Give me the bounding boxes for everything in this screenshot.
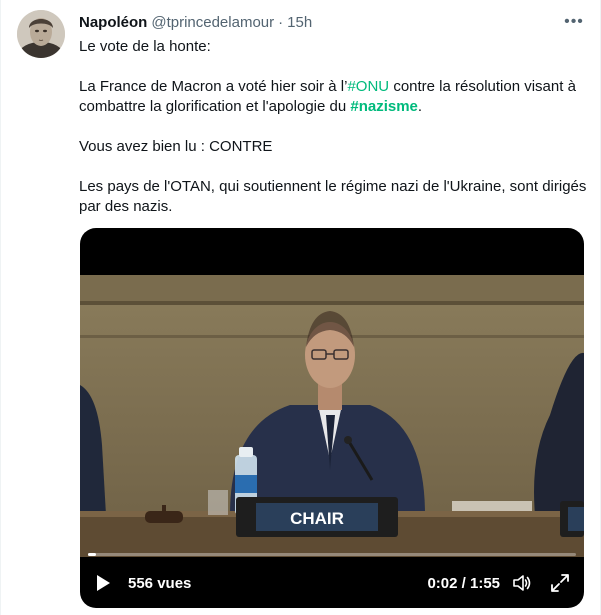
tweet[interactable]: Napoléon @tprincedelamour · 15h ••• Le v… xyxy=(0,0,601,615)
video-progress-bar[interactable] xyxy=(88,553,576,556)
fullscreen-icon[interactable] xyxy=(550,573,570,593)
separator-dot: · xyxy=(278,14,284,31)
tweet-line-1: Le vote de la honte: xyxy=(79,38,211,55)
tweet-text-segment: La France de Macron a voté hier soir à l… xyxy=(79,78,348,95)
avatar[interactable] xyxy=(17,10,65,58)
video-frame: CHAIR xyxy=(80,275,584,557)
more-horizontal-icon: ••• xyxy=(564,13,584,30)
volume-icon[interactable] xyxy=(512,573,532,593)
tweet-header: Napoléon @tprincedelamour · 15h xyxy=(79,14,312,31)
more-options-button[interactable]: ••• xyxy=(564,12,584,32)
view-count: 556 vues xyxy=(128,574,192,592)
tweet-text-segment: . xyxy=(417,98,423,115)
video-time: 0:02 / 1:55 xyxy=(427,574,500,592)
video-progress-fill xyxy=(88,553,97,556)
napoleon-portrait-icon xyxy=(17,10,65,58)
tweet-text: Le vote de la honte: La France de Macron… xyxy=(79,37,589,217)
play-icon[interactable] xyxy=(94,574,112,592)
tweet-line-3: Vous avez bien lu : CONTRE xyxy=(79,138,273,155)
hashtag-onu-link[interactable]: #ONU xyxy=(347,78,389,95)
author-display-name[interactable]: Napoléon xyxy=(79,14,147,31)
tweet-timestamp[interactable]: 15h xyxy=(287,14,312,31)
chair-placard-text: CHAIR xyxy=(290,509,344,528)
video-player[interactable]: CHAIR 556 vues 0:02 / 1:55 xyxy=(80,228,584,608)
author-handle[interactable]: @tprincedelamour xyxy=(151,14,274,31)
video-controls: 556 vues 0:02 / 1:55 xyxy=(80,558,584,608)
hashtag-nazisme-link[interactable]: #nazisme xyxy=(350,98,418,115)
tweet-line-4: Les pays de l'OTAN, qui soutiennent le r… xyxy=(79,178,587,215)
tweet-paragraph-2: La France de Macron a voté hier soir à l… xyxy=(79,77,589,117)
